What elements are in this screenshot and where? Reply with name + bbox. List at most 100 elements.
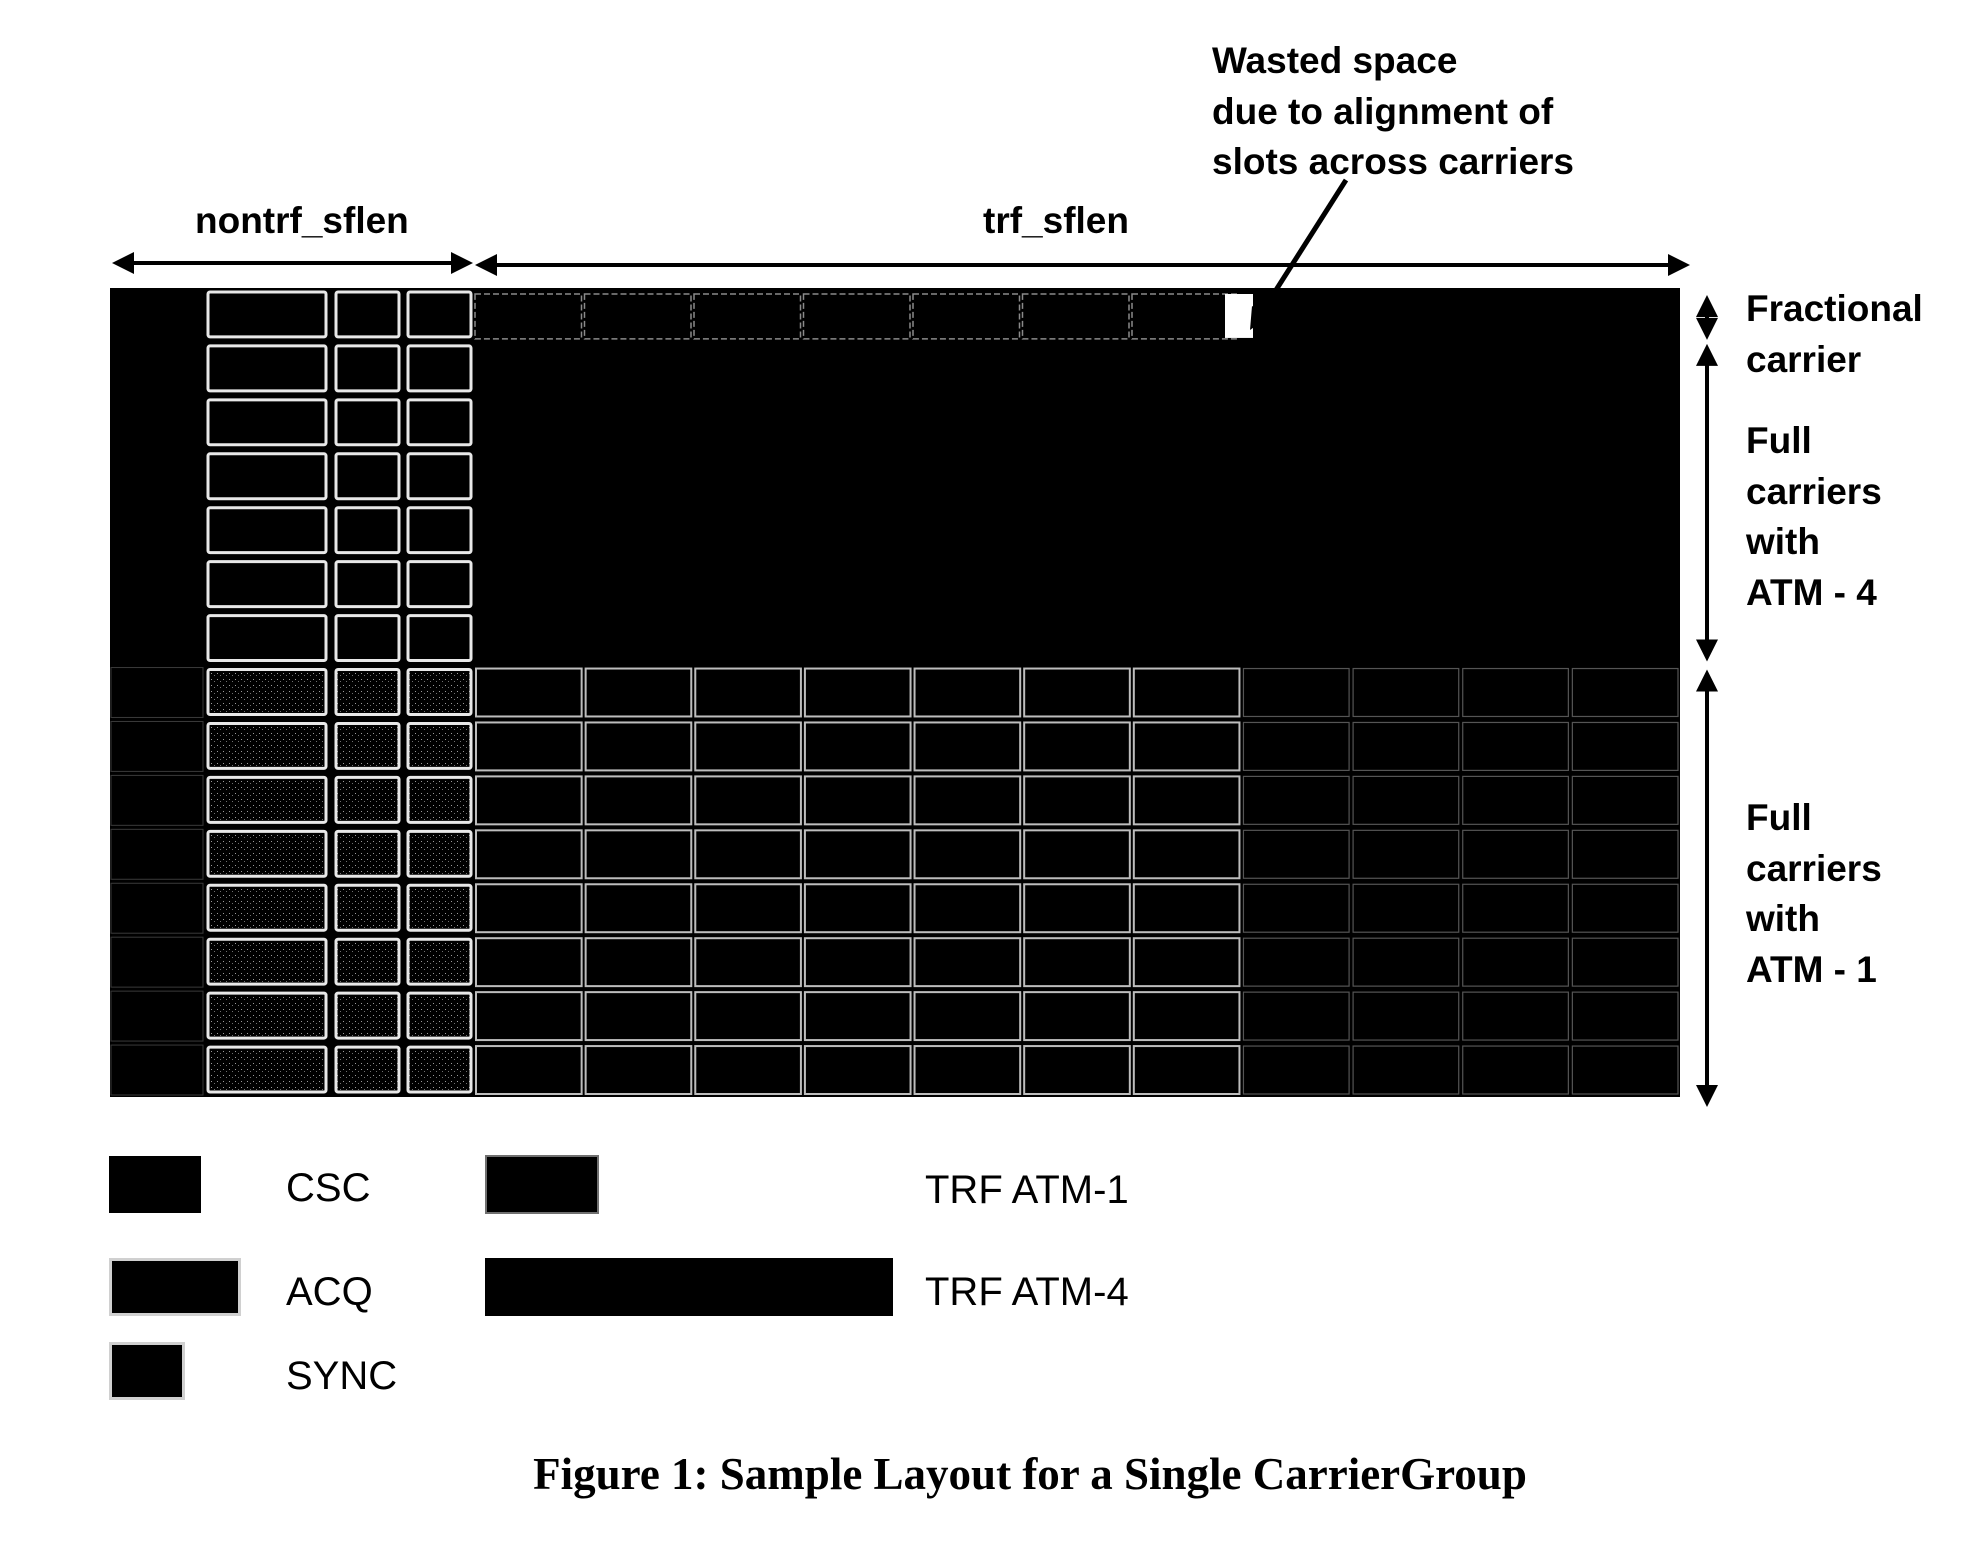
acq-slot — [206, 452, 328, 501]
trf-atm1-slot — [1023, 721, 1131, 772]
trf-atm1-slot — [584, 775, 693, 826]
trf-atm1-slot — [1023, 991, 1131, 1042]
sync-slot — [406, 560, 473, 609]
trf-atm1-slot — [913, 883, 1022, 934]
sync-slot — [334, 614, 401, 663]
trf-atm1-slot — [913, 991, 1022, 1042]
trf-atm1-slot — [1023, 883, 1131, 934]
wasted-space-slot — [1225, 294, 1253, 338]
sync-slot — [406, 829, 473, 878]
csc-slot — [111, 559, 203, 610]
trf-atm1-slot — [1023, 937, 1131, 988]
trf-atm1-slot — [694, 667, 802, 718]
trf-atm1-slot — [474, 293, 583, 340]
legend-label-acq: ACQ — [286, 1270, 373, 1314]
trf-atm1-slot — [1132, 721, 1241, 772]
acq-slot — [206, 614, 328, 663]
acq-slot — [206, 829, 328, 878]
trf-atm1-slot — [1242, 883, 1350, 933]
trf-atm4-slot — [474, 503, 1680, 558]
csc-slot — [111, 397, 203, 448]
trf-atm1-slot — [584, 667, 693, 718]
trf-atm1-slot — [694, 1045, 802, 1095]
trf-atm1-slot — [1462, 937, 1569, 987]
acq-slot — [206, 883, 328, 932]
trf-atm1-slot — [803, 775, 912, 826]
slot-grid — [110, 288, 1680, 1097]
sync-slot — [406, 506, 473, 555]
trf-atm1-slot — [1571, 1045, 1679, 1095]
trf-atm1-slot — [1462, 721, 1569, 772]
trf-atm1-slot — [584, 1045, 693, 1095]
trf-atm1-slot — [584, 721, 693, 772]
trf-atm1-slot — [1462, 991, 1569, 1041]
atm4-arrow-bottom-head — [1696, 639, 1718, 662]
trf-atm1-slot — [913, 721, 1022, 772]
trf-atm1-slot — [1571, 667, 1679, 718]
atm4-arrow-top-head — [1696, 343, 1718, 366]
sync-slot — [406, 398, 473, 447]
trf-atm1-slot — [1352, 775, 1460, 825]
trf-atm1-slot — [1242, 667, 1350, 718]
sync-slot — [334, 937, 401, 986]
fractional-arrow-top-head — [1696, 295, 1718, 317]
sync-slot — [334, 398, 401, 447]
trf-atm1-slot — [693, 293, 802, 340]
trf-atm1-slot — [1462, 775, 1569, 825]
sync-slot — [334, 1045, 401, 1094]
trf-atm1-slot — [475, 775, 583, 826]
sync-slot — [406, 883, 473, 932]
trf-atm1-slot — [1132, 1045, 1241, 1095]
trf-atm1-slot — [694, 721, 802, 772]
trf-atm1-slot — [584, 829, 693, 880]
trf-atm1-slot — [475, 829, 583, 880]
wasted-space-annotation: Wasted space due to alignment of slots a… — [1212, 40, 1575, 182]
nontrf-arrow-right-head — [451, 252, 473, 274]
trf-atm1-slot — [694, 937, 802, 988]
trf-atm1-slot — [1242, 991, 1350, 1041]
trf-atm1-slot — [475, 991, 583, 1042]
trf-atm1-slot — [1132, 667, 1241, 718]
trf-atm1-slot — [1352, 667, 1460, 718]
acq-slot — [206, 560, 328, 609]
trf-atm1-slot — [475, 721, 583, 772]
trf-atm1-slot — [1131, 293, 1240, 340]
trf-atm1-slot — [1352, 721, 1460, 772]
sync-slot — [334, 991, 401, 1040]
trf-atm1-slot — [1242, 937, 1350, 987]
csc-slot — [111, 505, 203, 556]
sync-slot — [406, 290, 473, 339]
trf-atm1-slot — [1571, 937, 1679, 987]
acq-slot — [206, 775, 328, 824]
trf-atm4-slot — [474, 341, 1680, 396]
trf-atm1-slot — [1242, 1045, 1350, 1095]
trf-atm1-slot — [1571, 883, 1679, 933]
trf-atm1-slot — [803, 721, 912, 772]
csc-slot — [110, 720, 204, 772]
trf-atm1-slot — [475, 1045, 583, 1095]
legend-label-csc: CSC — [286, 1166, 371, 1210]
trf-atm1-slot — [913, 667, 1022, 718]
sync-slot — [406, 991, 473, 1040]
sync-slot — [334, 452, 401, 501]
trf-atm1-slot — [1132, 937, 1241, 988]
trf-atm1-slot — [475, 937, 583, 988]
sync-slot — [334, 668, 401, 716]
trf-atm1-slot — [1571, 991, 1679, 1041]
trf-atm1-slot — [1023, 667, 1131, 718]
sync-slot — [334, 721, 401, 770]
trf-atm1-slot — [694, 829, 802, 880]
atm1-arrow-bottom-head — [1696, 1085, 1718, 1107]
sync-slot — [406, 775, 473, 824]
trf-atm1-slot — [1132, 775, 1241, 826]
trf-atm1-slot — [803, 937, 912, 988]
figure-caption: Figure 1: Sample Layout for a Single Car… — [533, 1449, 1527, 1499]
trf-atm1-slot — [803, 829, 912, 880]
trf-atm1-slot — [913, 829, 1022, 880]
trf-atm1-slot — [1571, 721, 1679, 772]
trf-sflen-label: trf_sflen — [983, 200, 1129, 241]
trf-atm4-slot — [474, 395, 1680, 450]
csc-slot — [110, 882, 204, 934]
trf-atm1-slot — [1021, 293, 1130, 340]
csc-slot — [110, 828, 204, 880]
